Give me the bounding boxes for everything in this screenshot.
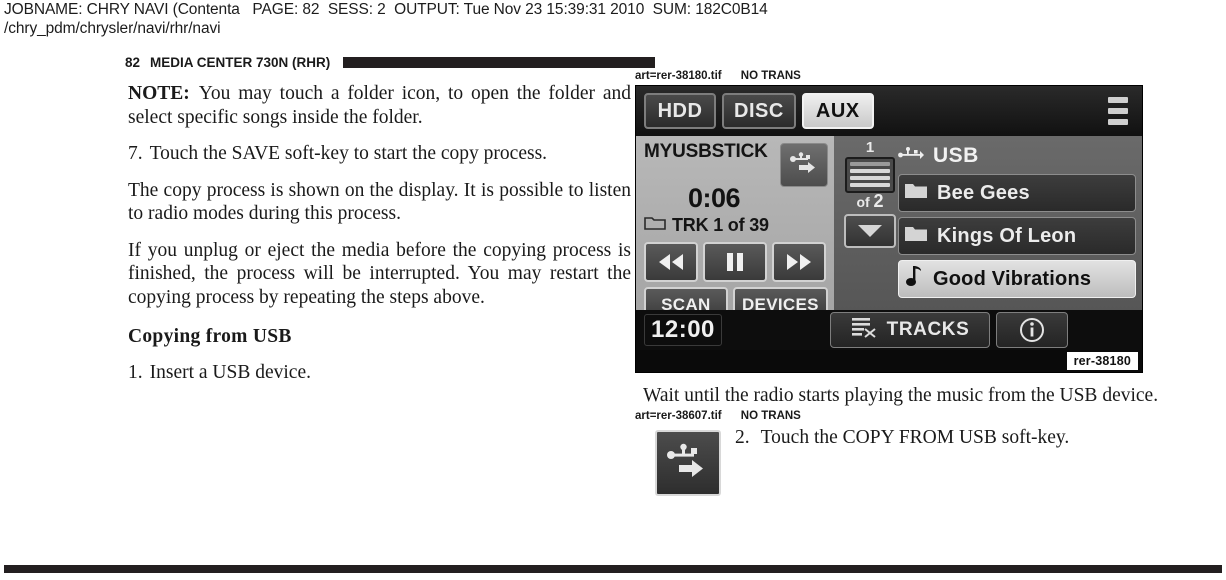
page-of-label: of [856,194,870,210]
rewind-button[interactable] [644,242,698,282]
jobinfo-line-1: JOBNAME: CHRY NAVI (Contenta PAGE: 82 SE… [4,1,768,18]
folder-icon [904,181,928,206]
radio-screen-figure: HDD DISC AUX MYUSBSTICK 0:06 TRK 1 of 39… [635,85,1143,373]
source-button-aux[interactable]: AUX [801,93,874,129]
transport-controls [644,242,828,282]
list-item-selected[interactable]: Good Vibrations [898,260,1136,298]
source-button-disc[interactable]: DISC [722,93,796,129]
note-paragraph: NOTE: You may touch a folder icon, to ope… [128,82,631,129]
left-column: NOTE: You may touch a folder icon, to ope… [128,82,631,398]
player-header: MYUSBSTICK [644,142,828,187]
step-2-text: Touch the COPY FROM USB soft-key. [760,426,1070,448]
track-text: TRK 1 of 39 [672,214,769,235]
info-button[interactable] [996,312,1068,348]
tracks-list-icon [851,316,877,344]
step-7: 7. Touch the SAVE soft-key to start the c… [128,142,631,166]
no-trans-2: NO TRANS [740,409,801,422]
scroll-down-button[interactable] [844,214,896,248]
list-item[interactable]: Bee Gees [898,174,1136,212]
player-panel: MYUSBSTICK 0:06 TRK 1 of 39 SCAN DEVICES [636,136,834,323]
tracks-button[interactable]: TRACKS [830,312,990,348]
browser-list: Bee Gees Kings Of Leon Good Vibrations [898,174,1136,303]
info-icon [1020,318,1044,342]
tracks-label: TRACKS [886,319,970,340]
usb-copy-icon[interactable] [780,143,828,187]
page-number: 82 [125,55,141,70]
page-total-line: of 2 [842,191,898,211]
step-1: 1. Insert a USB device. [128,361,631,385]
step-1-number: 1. [128,362,143,383]
clock-time: 12:00 [644,314,722,346]
list-item-label: Bee Gees [937,181,1030,204]
step-7-text: Touch the SAVE soft-key to start the cop… [149,143,548,164]
step-2-number: 2. [735,426,750,448]
track-indicator: TRK 1 of 39 [644,214,828,236]
step-7-number: 7. [128,143,143,164]
page-indicator: 1 of 2 [842,140,898,248]
figure-code: rer-38180 [1066,352,1138,370]
music-note-icon [904,265,924,293]
usb-icon [898,146,924,167]
browser-source-label: USB [933,144,979,167]
list-item-label: Good Vibrations [933,267,1092,290]
art-callout-2: art=rer-38607.tif NO TRANS [635,410,1165,423]
running-head: 82 MEDIA CENTER 730N (RHR) [125,54,655,71]
pause-button[interactable] [703,242,767,282]
elapsed-time: 0:06 [688,183,741,213]
equalizer-icon[interactable] [1106,97,1130,125]
source-button-hdd[interactable]: HDD [644,93,716,129]
device-name: MYUSBSTICK [644,141,768,162]
page-title: MEDIA CENTER 730N (RHR) [150,55,331,70]
footer-rule [4,565,1222,573]
header-rule [343,57,655,68]
art-filename-2: art=rer-38607.tif [635,409,722,422]
step-2: 2. Touch the COPY FROM USB soft-key. [735,426,1155,450]
no-trans-1: NO TRANS [740,70,801,82]
paragraph-unplug-warning: If you unplug or eject the media before … [128,239,631,308]
folder-icon [644,214,666,236]
source-selector-bar: HDD DISC AUX [636,86,1142,136]
usb-softkey-block: 2. Touch the COPY FROM USB soft-key. [635,424,1165,508]
folder-icon [904,224,928,249]
subheading-copying-from-usb: Copying from USB [128,326,292,347]
note-text: You may touch a folder icon, to open the… [128,83,631,128]
note-label: NOTE: [128,83,190,104]
jobinfo-line-2: /chry_pdm/chrysler/navi/rhr/navi [4,20,221,37]
art-callout-1: art=rer-38180.tif NO TRANS [635,70,1165,83]
list-page-icon [845,157,895,193]
browser-pane: USB 1 of 2 Bee Gees Kings Of Leon Good V… [834,136,1142,322]
copy-from-usb-key-art[interactable] [655,429,721,496]
page-current: 1 [865,139,875,156]
caption-wait-for-radio: Wait until the radio starts playing the … [643,385,1159,406]
page-total: 2 [873,191,884,211]
art-filename-1: art=rer-38180.tif [635,70,722,82]
paragraph-copy-process: The copy process is shown on the display… [128,179,631,225]
clock-display: 12:00 [636,310,826,350]
bottom-bar: 12:00 TRACKS [636,310,1142,350]
list-item-label: Kings Of Leon [937,224,1077,247]
right-column: art=rer-38180.tif NO TRANS HDD DISC AUX … [635,70,1165,508]
fast-forward-button[interactable] [772,242,826,282]
usb-copy-icon [667,443,703,477]
list-item[interactable]: Kings Of Leon [898,217,1136,255]
step-1-text: Insert a USB device. [149,362,311,383]
